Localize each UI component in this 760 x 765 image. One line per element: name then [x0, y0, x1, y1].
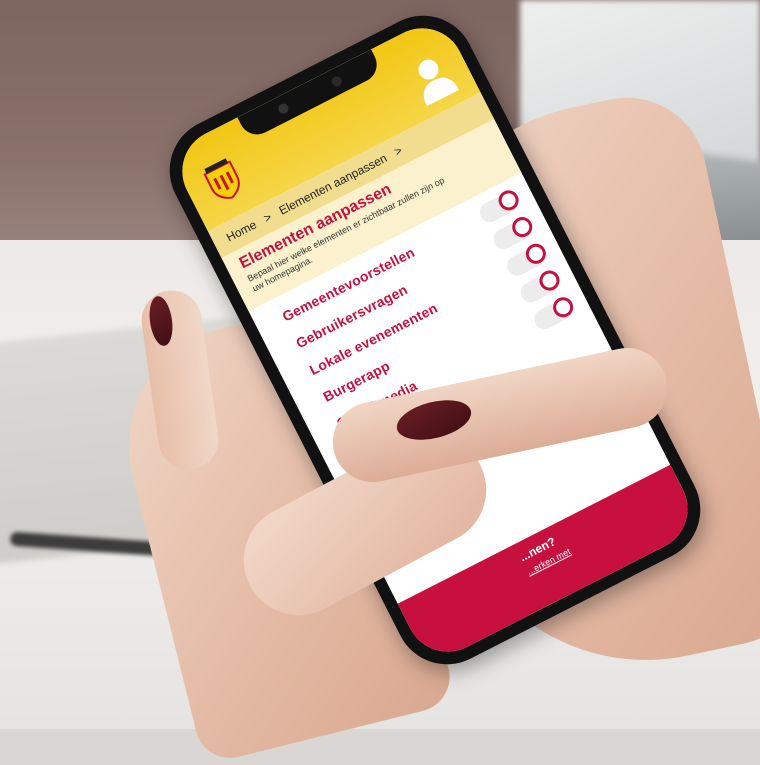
- toggle-knob: [495, 186, 523, 214]
- front-camera-icon: [276, 101, 291, 116]
- breadcrumb-separator: >: [391, 143, 405, 159]
- sensor-icon: [330, 74, 344, 89]
- toggle-knob: [536, 267, 563, 294]
- toggle-knob: [522, 240, 550, 268]
- breadcrumb-separator: >: [261, 209, 275, 226]
- toggle-knob: [549, 293, 577, 321]
- user-account-icon[interactable]: [403, 47, 464, 110]
- toggle-knob: [508, 213, 536, 241]
- municipality-crest-icon[interactable]: [199, 155, 247, 206]
